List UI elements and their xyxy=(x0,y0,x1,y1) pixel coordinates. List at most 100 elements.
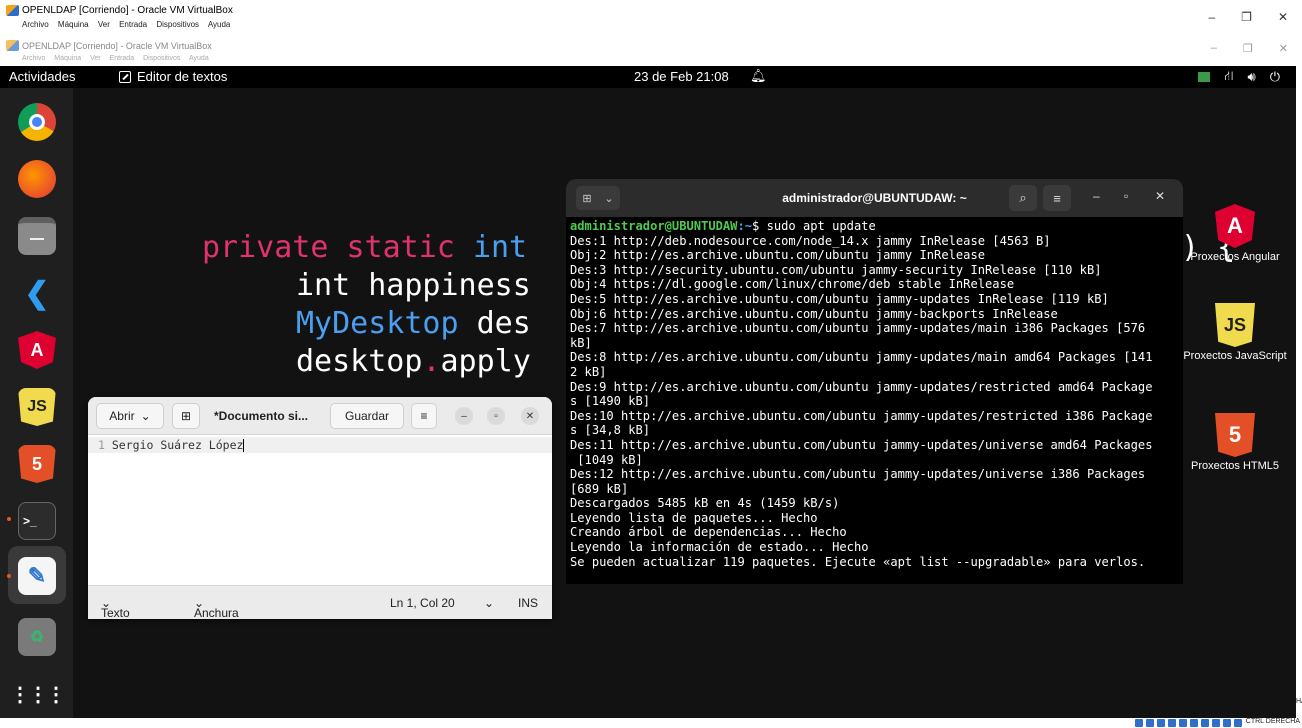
nested-window-title: OPENLDAP [Corriendo] - Oracle VM Virtual… xyxy=(22,41,212,51)
insert-mode-indicator[interactable]: INS xyxy=(518,596,538,610)
dock-chrome-icon[interactable] xyxy=(18,103,56,141)
html5-icon: 5 xyxy=(1215,413,1255,457)
volume-icon[interactable]: 🔊︎ xyxy=(1248,69,1256,85)
nested-close-button[interactable]: ✕ xyxy=(1279,42,1288,55)
clock[interactable]: 23 de Feb 21:08 xyxy=(634,69,729,84)
host-status-icons xyxy=(1135,719,1242,727)
notification-bell-icon[interactable]: 🔔︎ xyxy=(750,68,767,84)
host-right-edge: HA xyxy=(1296,66,1302,718)
terminal-line: Des:1 http://deb.nodesource.com/node_14.… xyxy=(570,233,1051,248)
dock-angular-icon[interactable]: A xyxy=(18,331,56,369)
host-menubar: Archivo Máquina Ver Entrada Dispositivos… xyxy=(22,20,237,29)
terminal-line: Des:10 http://es.archive.ubuntu.com/ubun… xyxy=(570,408,1153,423)
nested-menu-archivo[interactable]: Archivo xyxy=(22,55,45,62)
document-title: *Documento si... xyxy=(214,409,309,423)
tab-width-selector[interactable]: Anchura del tabulador: 8 ⌄ xyxy=(194,596,239,619)
text-caret xyxy=(243,439,245,452)
terminal-line: Se pueden actualizar 119 paquetes. Ejecu… xyxy=(570,554,1146,569)
desktop-icon-html5[interactable]: 5 Proxectos HTML5 xyxy=(1180,413,1290,472)
terminal-line: s [1490 kB] xyxy=(570,394,651,409)
host-statusbar: CTRL DERECHA xyxy=(0,718,1302,728)
host-menu-maquina[interactable]: Máquina xyxy=(58,20,89,29)
terminal-line: Leyendo lista de paquetes... Hecho xyxy=(570,510,818,525)
usb-icon[interactable] xyxy=(1179,719,1187,727)
open-button[interactable]: Abrir ⌄ xyxy=(96,403,164,429)
terminal-window: ⊞ ⌄ administrador@UBUNTUDAW: ~ ⌕ ≡ – ▫ ✕… xyxy=(566,179,1183,584)
shared-folder-icon[interactable] xyxy=(1190,719,1198,727)
host-menu-dispositivos[interactable]: Dispositivos xyxy=(156,20,199,29)
nested-maximize-button[interactable]: ❐ xyxy=(1243,42,1253,55)
system-tray[interactable]: ⛙ 🔊︎ ⏻ xyxy=(1198,68,1280,86)
nested-menu-maquina[interactable]: Máquina xyxy=(54,55,81,62)
chevron-down-icon[interactable]: ⌄ xyxy=(484,596,494,610)
host-menu-ayuda[interactable]: Ayuda xyxy=(208,20,231,29)
host-titlebar: OPENLDAP [Corriendo] - Oracle VM Virtual… xyxy=(0,0,1302,36)
optical-icon[interactable] xyxy=(1146,719,1154,727)
editor-menu-button[interactable]: ≡ xyxy=(411,403,437,429)
text-editor-window: Abrir ⌄ ⊞ *Documento si... Guardar ≡ – ▫… xyxy=(88,397,552,619)
terminal-close-button[interactable]: ✕ xyxy=(1155,189,1165,203)
dock-text-editor-icon[interactable]: ✎ xyxy=(18,557,56,595)
dock-javascript-icon[interactable]: JS xyxy=(18,388,56,426)
search-icon: ⌕ xyxy=(1019,190,1027,205)
text-editor-icon xyxy=(119,70,131,83)
terminal-minimize-button[interactable]: – xyxy=(1093,189,1100,203)
terminal-line: Des:5 http://es.archive.ubuntu.com/ubunt… xyxy=(570,291,1109,306)
network-icon[interactable]: ⛙ xyxy=(1224,68,1233,86)
keyboard-indicator-icon[interactable] xyxy=(1198,72,1211,82)
dock-trash-icon[interactable]: ♻ xyxy=(18,618,56,656)
dock-vscode-icon[interactable]: ❮ xyxy=(18,274,56,312)
new-tab-button[interactable]: ⊞ xyxy=(172,403,200,429)
terminal-search-button[interactable]: ⌕ xyxy=(1009,185,1037,211)
syntax-selector[interactable]: Texto plano ⌄ xyxy=(101,596,130,619)
desktop-icon-label: Proxectos Angular xyxy=(1190,251,1280,263)
nested-virtualbox-logo-icon xyxy=(6,40,19,51)
power-icon[interactable]: ⏻ xyxy=(1270,69,1280,85)
host-minimize-button[interactable]: – xyxy=(1208,10,1215,24)
host-menu-ver[interactable]: Ver xyxy=(98,20,110,29)
host-close-button[interactable]: ✕ xyxy=(1278,10,1288,24)
hdd-icon[interactable] xyxy=(1135,719,1143,727)
display-icon[interactable] xyxy=(1201,719,1209,727)
mouse-icon[interactable] xyxy=(1234,719,1242,727)
editor-text-area[interactable]: 1 Sergio Suárez López xyxy=(88,435,552,585)
dock-terminal-icon[interactable]: >_ xyxy=(18,502,56,540)
cpu-icon[interactable] xyxy=(1223,719,1231,727)
save-button[interactable]: Guardar xyxy=(330,403,404,429)
desktop-icon-angular[interactable]: A Proxectos Angular xyxy=(1180,204,1290,263)
audio-icon[interactable] xyxy=(1157,719,1165,727)
angular-icon: A xyxy=(1215,204,1255,248)
terminal-line: 2 kB] xyxy=(570,364,607,379)
nested-menu-entrada[interactable]: Entrada xyxy=(110,55,135,62)
desktop-icon-javascript[interactable]: JS Proxectos JavaScript xyxy=(1180,303,1290,362)
nested-menu-ver[interactable]: Ver xyxy=(90,55,101,62)
nested-minimize-button[interactable]: – xyxy=(1211,42,1217,55)
hamburger-icon: ≡ xyxy=(1053,190,1061,206)
editor-minimize-button[interactable]: – xyxy=(455,407,473,425)
dock-firefox-icon[interactable] xyxy=(18,160,56,198)
app-menu[interactable]: Editor de textos xyxy=(119,69,227,84)
terminal-output[interactable]: administrador@UBUNTUDAW:~$ sudo apt upda… xyxy=(566,217,1183,569)
host-menu-archivo[interactable]: Archivo xyxy=(22,20,49,29)
desktop-icon-label: Proxectos JavaScript xyxy=(1183,350,1287,362)
nested-menu-ayuda[interactable]: Ayuda xyxy=(189,55,209,62)
editor-maximize-button[interactable]: ▫ xyxy=(487,407,505,425)
virtualbox-logo-icon xyxy=(6,5,19,16)
dock-files-icon[interactable] xyxy=(18,217,56,255)
dock-html5-icon[interactable]: 5 xyxy=(18,445,56,483)
wallpaper-code-line-2: int happiness xyxy=(296,268,531,303)
recording-icon[interactable] xyxy=(1212,719,1220,727)
editor-close-button[interactable]: ✕ xyxy=(521,407,539,425)
nested-menu-dispositivos[interactable]: Dispositivos xyxy=(143,55,180,62)
host-maximize-button[interactable]: ❐ xyxy=(1241,10,1252,24)
cursor-position[interactable]: Ln 1, Col 20 xyxy=(390,596,455,610)
dock-show-apps-icon[interactable]: ⋮⋮⋮ xyxy=(10,675,66,713)
editor-current-line: 1 Sergio Suárez López xyxy=(88,437,552,453)
dock-terminal-running-dot xyxy=(7,517,11,521)
activities-button[interactable]: Actividades xyxy=(9,69,75,84)
terminal-menu-button[interactable]: ≡ xyxy=(1043,185,1071,211)
host-side-label: HA xyxy=(1296,698,1302,705)
host-menu-entrada[interactable]: Entrada xyxy=(119,20,147,29)
network-icon[interactable] xyxy=(1168,719,1176,727)
terminal-maximize-button[interactable]: ▫ xyxy=(1124,189,1128,203)
